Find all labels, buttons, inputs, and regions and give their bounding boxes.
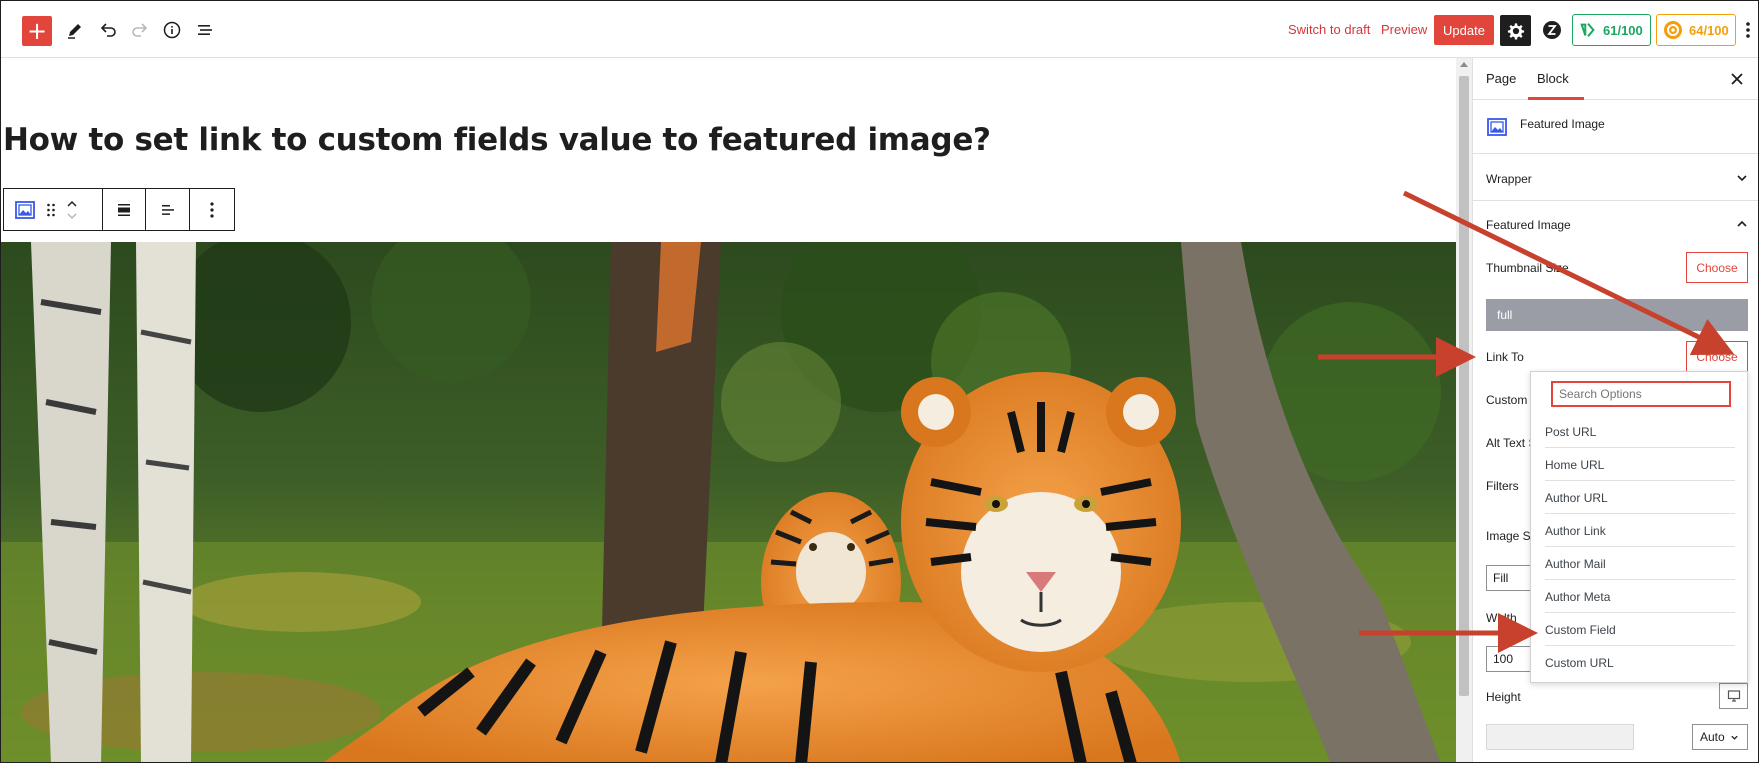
- canvas-scroll-thumb[interactable]: [1459, 76, 1469, 696]
- chevron-up-icon: [1737, 220, 1747, 227]
- search-options-input[interactable]: [1551, 381, 1731, 407]
- featured-image-icon: [1487, 118, 1507, 136]
- option-author-url[interactable]: Author URL: [1545, 481, 1735, 514]
- featured-image-preview[interactable]: [1, 242, 1456, 762]
- width-input[interactable]: 100: [1486, 646, 1534, 672]
- alt-text-label: Alt Text S: [1486, 436, 1537, 450]
- desktop-icon: [1727, 690, 1740, 702]
- canvas-scrollbar[interactable]: [1456, 58, 1472, 762]
- height-label: Height: [1486, 690, 1521, 704]
- chevron-down-icon: [1737, 175, 1747, 182]
- panel-title: Wrapper: [1486, 172, 1532, 186]
- switch-to-draft-link[interactable]: Switch to draft: [1288, 22, 1370, 37]
- editor-window: + Switch to draft Preview Update 61/100 …: [0, 0, 1759, 763]
- seo-score-icon: [1580, 23, 1595, 37]
- object-fit-select[interactable]: Fill: [1486, 565, 1534, 591]
- featured-image-icon[interactable]: [14, 199, 36, 221]
- readability-score-icon: [1664, 21, 1682, 39]
- tab-block[interactable]: Block: [1537, 71, 1569, 86]
- tab-page[interactable]: Page: [1486, 71, 1516, 86]
- option-custom-url[interactable]: Custom URL: [1545, 646, 1735, 679]
- chevron-down-icon: [1731, 735, 1738, 740]
- undo-icon[interactable]: [93, 15, 123, 45]
- option-author-meta[interactable]: Author Meta: [1545, 580, 1735, 613]
- option-author-mail[interactable]: Author Mail: [1545, 547, 1735, 580]
- seo-score-button[interactable]: 61/100: [1572, 14, 1651, 46]
- block-card: Featured Image: [1473, 100, 1758, 154]
- info-icon[interactable]: [157, 15, 187, 45]
- option-author-link[interactable]: Author Link: [1545, 514, 1735, 547]
- block-toolbar: [3, 188, 235, 231]
- image-size-label: Image S: [1486, 529, 1531, 543]
- readability-score-button[interactable]: 64/100: [1656, 14, 1736, 46]
- link-to-options-dropdown: Post URL Home URL Author URL Author Link…: [1530, 371, 1748, 683]
- height-unit-select[interactable]: Auto: [1692, 724, 1748, 750]
- editor-canvas[interactable]: How to set link to custom fields value t…: [1, 58, 1456, 762]
- width-label: Width: [1486, 611, 1517, 625]
- option-home-url[interactable]: Home URL: [1545, 448, 1735, 481]
- settings-button[interactable]: [1500, 15, 1531, 46]
- device-preview-button[interactable]: [1719, 683, 1748, 709]
- custom-label: Custom: [1486, 393, 1528, 407]
- option-post-url[interactable]: Post URL: [1545, 415, 1735, 448]
- top-toolbar: + Switch to draft Preview Update 61/100 …: [1, 1, 1758, 58]
- thumbnail-size-choose-button[interactable]: Choose: [1686, 252, 1748, 283]
- drag-handle-icon[interactable]: [46, 202, 56, 218]
- scroll-up-arrow-icon[interactable]: [1460, 62, 1468, 67]
- filters-label: Filters: [1486, 479, 1519, 493]
- gear-icon: [1507, 22, 1524, 40]
- preview-link[interactable]: Preview: [1381, 22, 1427, 37]
- post-title[interactable]: How to set link to custom fields value t…: [3, 122, 991, 158]
- pencil-icon[interactable]: [60, 15, 90, 45]
- move-arrows: [66, 200, 78, 220]
- more-options-icon[interactable]: [1745, 20, 1755, 40]
- redo-icon[interactable]: [125, 15, 155, 45]
- thumbnail-size-label: Thumbnail Size: [1486, 261, 1569, 275]
- list-view-icon[interactable]: [190, 15, 220, 45]
- height-unit-value: Auto: [1700, 730, 1725, 744]
- move-down-icon[interactable]: [66, 212, 78, 220]
- more-options-icon[interactable]: [190, 189, 234, 230]
- update-button[interactable]: Update: [1434, 15, 1494, 45]
- seo-score-value: 61/100: [1603, 22, 1643, 38]
- sidebar-tabs: Page Block: [1473, 58, 1758, 100]
- link-to-choose-button[interactable]: Choose: [1686, 341, 1748, 372]
- block-type-group: [4, 189, 103, 230]
- thumbnail-size-value[interactable]: full: [1486, 299, 1748, 331]
- move-up-icon[interactable]: [66, 200, 78, 208]
- panel-wrapper-toggle[interactable]: Wrapper: [1473, 155, 1758, 201]
- readability-score-value: 64/100: [1689, 22, 1729, 38]
- panel-featured-image-toggle[interactable]: Featured Image: [1473, 201, 1758, 247]
- height-input[interactable]: [1486, 724, 1634, 750]
- link-to-label: Link To: [1486, 350, 1524, 364]
- panel-title: Featured Image: [1486, 218, 1571, 232]
- align-wide-icon[interactable]: [103, 189, 147, 230]
- plugin-icon[interactable]: [1540, 18, 1564, 42]
- add-block-button[interactable]: +: [22, 16, 52, 46]
- justify-left-icon[interactable]: [146, 189, 191, 230]
- option-custom-field[interactable]: Custom Field: [1545, 613, 1735, 646]
- block-name: Featured Image: [1520, 117, 1605, 131]
- close-icon[interactable]: [1727, 69, 1747, 89]
